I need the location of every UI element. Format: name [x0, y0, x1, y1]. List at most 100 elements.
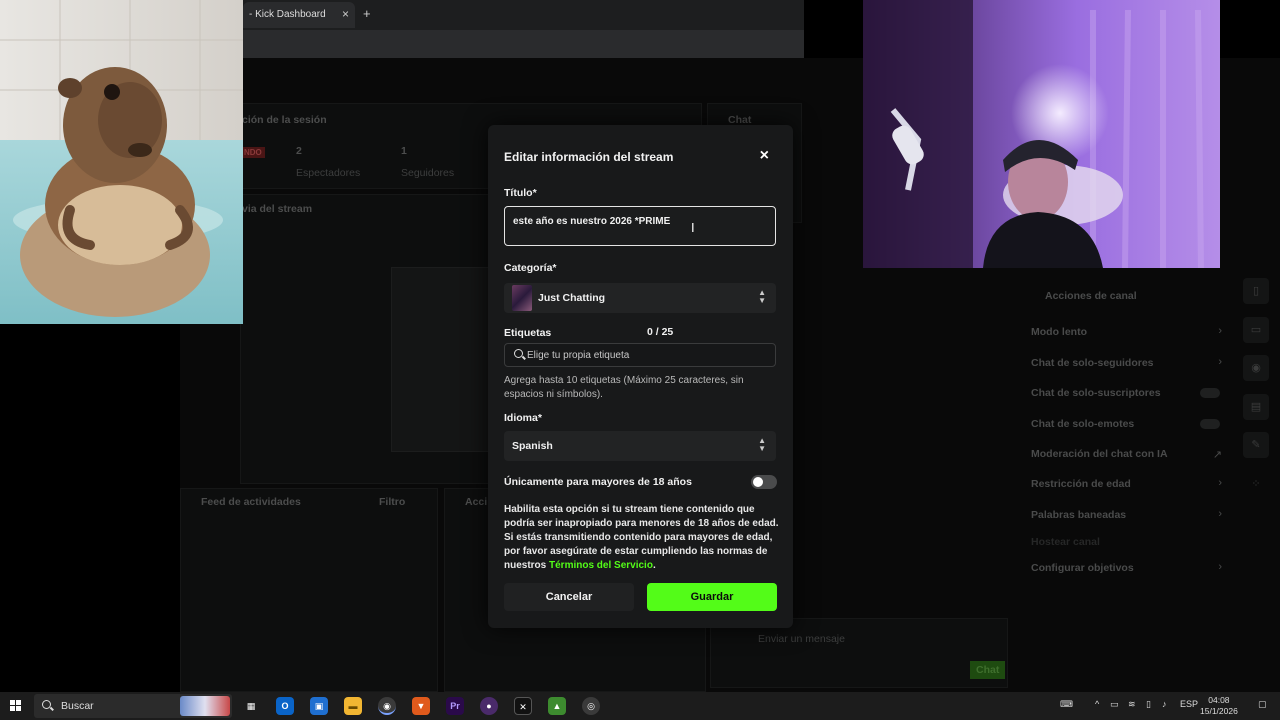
chevron-right-icon: › [1218, 356, 1222, 368]
tags-help-text: Agrega hasta 10 etiquetas (Máximo 25 car… [504, 375, 744, 400]
category-thumbnail [512, 285, 532, 311]
page-icon[interactable]: ▯ [1243, 278, 1269, 304]
new-tab-button[interactable]: + [363, 6, 371, 21]
tags-input[interactable] [527, 348, 767, 362]
chevron-right-icon: › [1218, 477, 1222, 489]
obs-icon[interactable]: ● [480, 697, 498, 715]
subscribers-only-toggle[interactable] [1200, 388, 1220, 398]
screen-recorder-icon[interactable]: ◎ [582, 697, 600, 715]
tab-title: - Kick Dashboard [249, 9, 326, 20]
followers-label: Seguidores [401, 167, 455, 179]
filter-button[interactable]: Filtro [379, 496, 405, 508]
save-button[interactable]: Guardar [647, 583, 777, 611]
adult-desc-suffix: . [652, 560, 656, 571]
tags-input-box[interactable] [504, 343, 776, 367]
chat-input[interactable]: Enviar un mensaje [758, 633, 845, 645]
category-value: Just Chatting [538, 292, 606, 304]
followers-only-item[interactable]: Chat de solo-seguidores [1031, 357, 1154, 369]
browser-chrome: - Kick Dashboard × + [243, 0, 804, 58]
title-label: Título* [504, 187, 537, 199]
android-icon[interactable]: ▲ [548, 697, 566, 715]
brave-icon[interactable]: ▼ [412, 697, 430, 715]
viewers-label: Espectadores [296, 167, 361, 179]
premiere-icon[interactable]: Pr [446, 697, 464, 715]
language-indicator[interactable]: ESP [1180, 699, 1198, 709]
live-badge: NDO [241, 147, 265, 158]
session-title: ción de la sesión [242, 114, 327, 126]
ai-moderation-item[interactable]: Moderación del chat con IA [1031, 448, 1168, 460]
battery-icon[interactable]: ▯ [1146, 699, 1151, 710]
emotes-only-toggle[interactable] [1200, 419, 1220, 429]
preview-label: via del stream [242, 203, 313, 215]
age-restriction-item[interactable]: Restricción de edad [1031, 478, 1131, 490]
clock-time: 04:08 [1208, 695, 1230, 705]
terms-of-service-link[interactable]: Términos del Servicio [549, 560, 653, 571]
close-icon[interactable]: × [760, 147, 769, 165]
outlook-icon[interactable]: O [276, 697, 294, 715]
viewers-count: 2 [296, 145, 302, 157]
edit-stream-modal: Editar información del stream × Título* … [488, 125, 793, 628]
browser-tab[interactable]: - Kick Dashboard × [243, 2, 355, 28]
modal-title: Editar información del stream [504, 150, 674, 164]
taskbar-clock[interactable]: 04:08 15/1/2026 [1200, 695, 1238, 717]
actions-label: Acci [465, 496, 488, 508]
activity-feed-label: Feed de actividades [201, 496, 301, 508]
notification-icon[interactable]: ▢ [1258, 699, 1267, 710]
keyboard-icon[interactable]: ⌨ [1060, 699, 1073, 710]
windows-start-icon[interactable] [10, 700, 22, 712]
adult-only-toggle[interactable] [751, 475, 777, 489]
channel-actions-panel: Acciones de canal Modo lento › Chat de s… [1020, 282, 1232, 582]
tab-close-icon[interactable]: × [342, 7, 349, 21]
address-bar[interactable] [243, 30, 804, 58]
configure-goals-item[interactable]: Configurar objetivos [1031, 562, 1134, 574]
followers-count: 1 [401, 145, 407, 157]
taskbar-search-label: Buscar [61, 700, 94, 712]
streamer-webcam-image [863, 0, 1220, 268]
file-explorer-icon[interactable]: ▬ [344, 697, 362, 715]
language-label: Idioma* [504, 412, 542, 424]
capybara-image [0, 0, 243, 324]
task-view-icon[interactable]: ▦ [242, 697, 260, 715]
select-caret-icon: ▲ ▼ [758, 436, 766, 453]
store-icon[interactable]: ▣ [310, 697, 328, 715]
layout-icon[interactable]: ▤ [1243, 394, 1269, 420]
subscribers-only-item[interactable]: Chat de solo-suscriptores [1031, 387, 1161, 399]
wrench-icon[interactable]: ✎ [1243, 432, 1269, 458]
chrome-icon[interactable]: ◉ [378, 697, 396, 715]
select-caret-icon: ▲ ▼ [758, 288, 766, 305]
language-value: Spanish [512, 440, 553, 452]
banned-words-item[interactable]: Palabras baneadas [1031, 509, 1126, 521]
clock-date: 15/1/2026 [1200, 706, 1238, 716]
host-channel-item[interactable]: Hostear canal [1031, 536, 1100, 548]
search-highlight-image [180, 696, 230, 716]
right-rail: ▯ ▭ ◉ ▤ ✎ ⁘ [1243, 275, 1271, 525]
capybara-overlay [0, 0, 243, 324]
title-input-value: este año es nuestro 2026 *PRIME [513, 216, 671, 227]
apps-icon[interactable]: ⁘ [1243, 471, 1269, 497]
chat-bubble-icon[interactable]: ▭ [1243, 317, 1269, 343]
chat-send-button[interactable]: Chat [970, 661, 1006, 679]
category-select[interactable]: Just Chatting ▲ ▼ [504, 283, 776, 313]
capcut-icon[interactable]: ✕ [514, 697, 532, 715]
adult-only-description: Habilita esta opción si tu stream tiene … [504, 503, 779, 573]
cancel-button[interactable]: Cancelar [504, 583, 634, 611]
slow-mode-item[interactable]: Modo lento [1031, 326, 1087, 338]
activity-feed-panel: Feed de actividades Filtro [180, 488, 438, 692]
chat-input-area: Enviar un mensaje Chat [710, 618, 1008, 688]
microphone-icon[interactable]: ♪ [1162, 699, 1167, 709]
chevron-up-icon[interactable]: ^ [1095, 699, 1099, 709]
taskbar-search[interactable]: Buscar [34, 694, 232, 718]
tags-counter: 0 / 25 [647, 326, 674, 338]
language-select[interactable]: Spanish ▲ ▼ [504, 431, 776, 461]
category-label: Categoría* [504, 262, 557, 274]
chevron-right-icon: › [1218, 325, 1222, 337]
search-icon [514, 349, 523, 358]
broadcast-icon[interactable]: ◉ [1243, 355, 1269, 381]
chevron-right-icon: › [1218, 561, 1222, 573]
network-icon[interactable]: ▭ [1110, 699, 1119, 710]
streamer-webcam [863, 0, 1220, 268]
emotes-only-item[interactable]: Chat de solo-emotes [1031, 418, 1134, 430]
title-input[interactable]: este año es nuestro 2026 *PRIME I [504, 206, 776, 246]
tags-label: Etiquetas [504, 327, 552, 339]
wifi-icon[interactable]: ≋ [1128, 699, 1136, 710]
